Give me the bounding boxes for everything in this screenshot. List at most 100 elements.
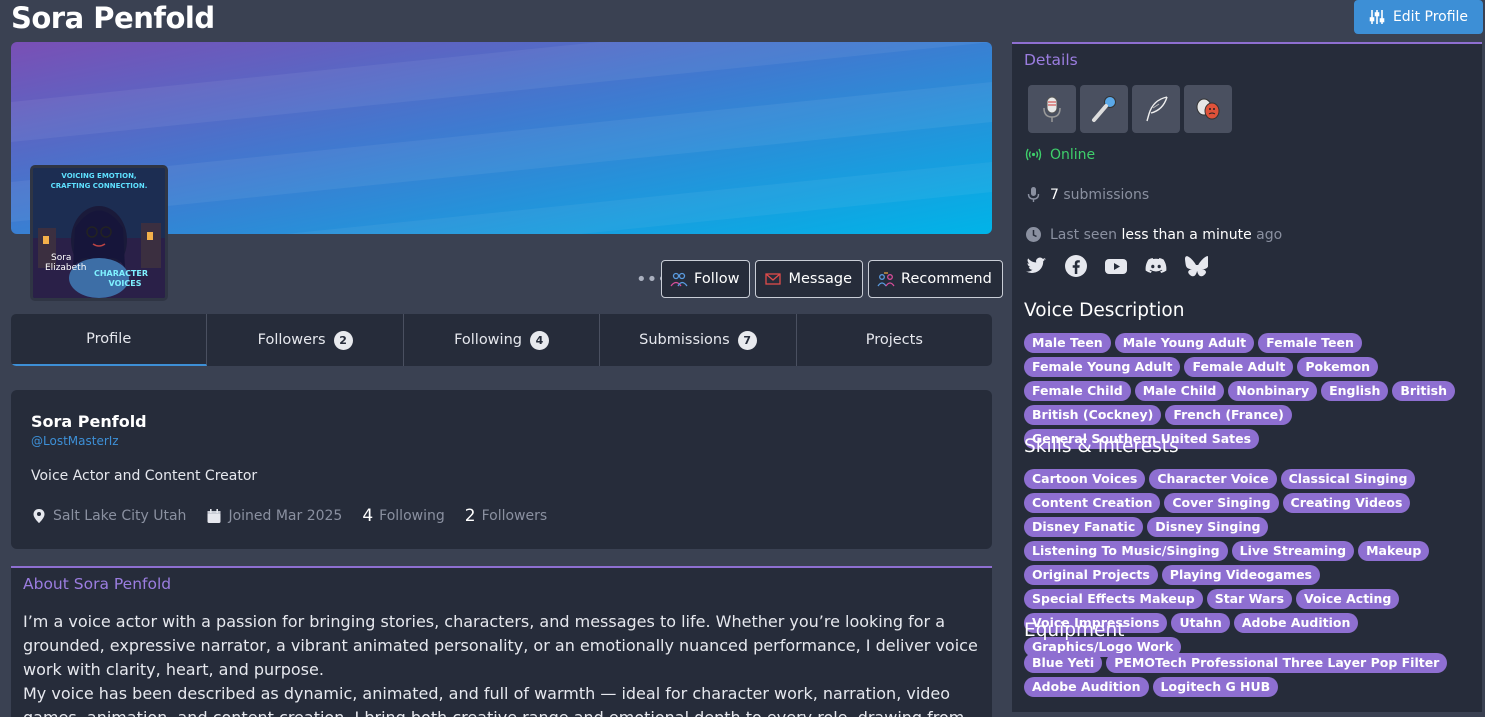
tag[interactable]: Cartoon Voices (1024, 469, 1146, 489)
tab-followers[interactable]: Followers 2 (207, 314, 404, 366)
sliders-icon (1369, 10, 1385, 24)
youtube-icon[interactable] (1104, 254, 1128, 278)
about-section: About Sora Penfold I’m a voice actor wit… (11, 566, 992, 717)
avatar-brand-1: CHARACTER (94, 269, 148, 278)
quill-badge[interactable] (1132, 85, 1180, 133)
recommend-icon (877, 272, 895, 287)
tab-label: Profile (86, 331, 132, 347)
online-status: Online (1025, 146, 1095, 163)
submissions-count: 7 (1050, 186, 1059, 203)
handheld-mic-icon (1092, 96, 1116, 122)
profile-name: Sora Penfold (31, 412, 147, 431)
tab-following[interactable]: Following 4 (404, 314, 601, 366)
message-button[interactable]: Message (755, 260, 864, 298)
tag[interactable]: Disney Singing (1147, 517, 1269, 537)
tag[interactable]: Character Voice (1149, 469, 1277, 489)
tag[interactable]: Voice Acting (1296, 589, 1400, 609)
location-text: Salt Lake City Utah (53, 508, 187, 524)
tag[interactable]: Logitech G HUB (1152, 677, 1279, 697)
page-title: Sora Penfold (11, 1, 215, 35)
tab-profile[interactable]: Profile (11, 314, 208, 366)
theater-badge[interactable] (1184, 85, 1232, 133)
tag[interactable]: Classical Singing (1280, 469, 1416, 489)
recommend-button[interactable]: Recommend (868, 260, 1003, 298)
recommend-label: Recommend (901, 271, 992, 287)
following-stat[interactable]: 4 Following (362, 506, 444, 526)
tag[interactable]: Creating Videos (1282, 493, 1411, 513)
broadcast-icon (1025, 148, 1042, 161)
equipment-heading: Equipment (1024, 620, 1125, 641)
tag[interactable]: Special Effects Makeup (1024, 589, 1203, 609)
avatar-text-2: CRAFTING CONNECTION. (51, 182, 148, 190)
profile-card: Sora Penfold @LostMasterIz Voice Actor a… (11, 390, 992, 549)
tab-submissions[interactable]: Submissions 7 (600, 314, 797, 366)
tag[interactable]: Makeup (1358, 541, 1430, 561)
last-seen-suffix: ago (1256, 226, 1283, 243)
discord-icon[interactable] (1144, 254, 1168, 278)
equipment-tags: Blue Yeti PEMOTech Professional Three La… (1024, 653, 1476, 697)
tag[interactable]: French (France) (1165, 405, 1292, 425)
details-heading: Details (1024, 51, 1078, 69)
follow-button[interactable]: Follow (661, 260, 751, 298)
tag[interactable]: Disney Fanatic (1024, 517, 1144, 537)
podcast-mic-badge[interactable] (1028, 85, 1076, 133)
tag[interactable]: Star Wars (1206, 589, 1293, 609)
more-options-button[interactable]: ••• (636, 269, 668, 290)
tag[interactable]: Content Creation (1024, 493, 1161, 513)
voice-description-heading: Voice Description (1024, 300, 1185, 321)
count-badge: 7 (737, 330, 757, 350)
tag[interactable]: Blue Yeti (1024, 653, 1103, 673)
tag[interactable]: Pokemon (1297, 357, 1379, 377)
tag[interactable]: Utahn (1171, 613, 1230, 633)
handheld-mic-badge[interactable] (1080, 85, 1128, 133)
bluesky-icon[interactable] (1184, 254, 1208, 278)
clock-icon (1026, 227, 1041, 242)
profile-meta: Salt Lake City Utah Joined Mar 2025 4 Fo… (31, 506, 547, 526)
profile-bio: Voice Actor and Content Creator (31, 468, 258, 484)
about-heading: About Sora Penfold (23, 575, 172, 593)
tag[interactable]: British (1392, 381, 1455, 401)
submissions-stat: 7 submissions (1025, 186, 1149, 203)
tag[interactable]: Female Young Adult (1024, 357, 1181, 377)
about-paragraph-2: My voice has been described as dynamic, … (23, 684, 964, 717)
avatar-name-1: Sora (51, 253, 71, 263)
tag[interactable]: Nonbinary (1228, 381, 1318, 401)
tag[interactable]: Male Teen (1024, 333, 1111, 353)
tag[interactable]: Female Adult (1184, 357, 1294, 377)
tag[interactable]: British (Cockney) (1024, 405, 1162, 425)
last-seen: Last seen less than a minute ago (1025, 226, 1282, 243)
tag[interactable]: Playing Videogames (1161, 565, 1320, 585)
tag[interactable]: English (1321, 381, 1389, 401)
followers-stat[interactable]: 2 Followers (465, 506, 547, 526)
avatar[interactable]: VOICING EMOTION, CRAFTING CONNECTION. So… (30, 165, 168, 301)
message-label: Message (788, 271, 853, 287)
tag[interactable]: Female Child (1024, 381, 1131, 401)
facebook-icon[interactable] (1064, 254, 1088, 278)
tag[interactable]: PEMOTech Professional Three Layer Pop Fi… (1106, 653, 1448, 673)
tag[interactable]: Listening To Music/Singing (1024, 541, 1228, 561)
profile-actions: ••• Follow Message Recommend (636, 260, 1003, 298)
envelope-icon (765, 273, 782, 285)
followers-stat-label: Followers (481, 508, 548, 524)
submissions-label: submissions (1063, 186, 1150, 203)
microphone-icon (1027, 187, 1040, 202)
quill-icon (1146, 96, 1168, 122)
tag[interactable]: Female Teen (1258, 333, 1362, 353)
status-text: Online (1050, 146, 1096, 163)
tag[interactable]: Male Child (1134, 381, 1225, 401)
follow-label: Follow (694, 271, 740, 287)
twitter-icon[interactable] (1024, 254, 1048, 278)
tag[interactable]: Original Projects (1024, 565, 1158, 585)
tag[interactable]: Adobe Audition (1233, 613, 1359, 633)
tag[interactable]: Adobe Audition (1024, 677, 1149, 697)
role-icons (1028, 85, 1232, 133)
tab-projects[interactable]: Projects (797, 314, 992, 366)
profile-handle[interactable]: @LostMasterIz (31, 434, 119, 448)
edit-profile-label: Edit Profile (1392, 9, 1469, 25)
tag[interactable]: Male Young Adult (1114, 333, 1255, 353)
edit-profile-button[interactable]: Edit Profile (1354, 0, 1483, 34)
tag[interactable]: Cover Singing (1164, 493, 1279, 513)
tag[interactable]: Live Streaming (1231, 541, 1355, 561)
following-count: 4 (362, 506, 374, 526)
avatar-brand-2: VOICES (109, 279, 142, 288)
